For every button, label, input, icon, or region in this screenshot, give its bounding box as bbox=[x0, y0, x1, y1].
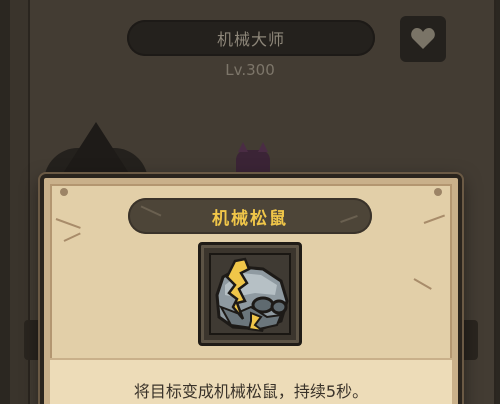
background-character-hat bbox=[60, 122, 132, 178]
popup-title-banner: 机械松鼠 bbox=[128, 198, 372, 234]
favorite-button[interactable] bbox=[400, 16, 446, 62]
corner-rivet bbox=[434, 188, 442, 196]
character-name-banner: 机械大师 bbox=[127, 20, 375, 56]
banner-scratch bbox=[340, 214, 358, 224]
skill-info-popup: 机械松鼠 将目标变成机械松鼠，持续5秒。 bbox=[40, 174, 462, 404]
mechanical-squirrel-icon bbox=[215, 257, 289, 332]
corner-rivet bbox=[60, 188, 68, 196]
item-icon-frame bbox=[198, 242, 302, 346]
skill-description: 将目标变成机械松鼠，持续5秒。 bbox=[133, 382, 369, 401]
popup-title: 机械松鼠 bbox=[212, 208, 288, 229]
character-name: 机械大师 bbox=[216, 30, 285, 49]
heart-icon bbox=[411, 28, 435, 49]
item-icon-slot bbox=[209, 253, 291, 335]
character-level: Lv.300 bbox=[225, 61, 275, 79]
banner-scratch bbox=[140, 205, 162, 217]
